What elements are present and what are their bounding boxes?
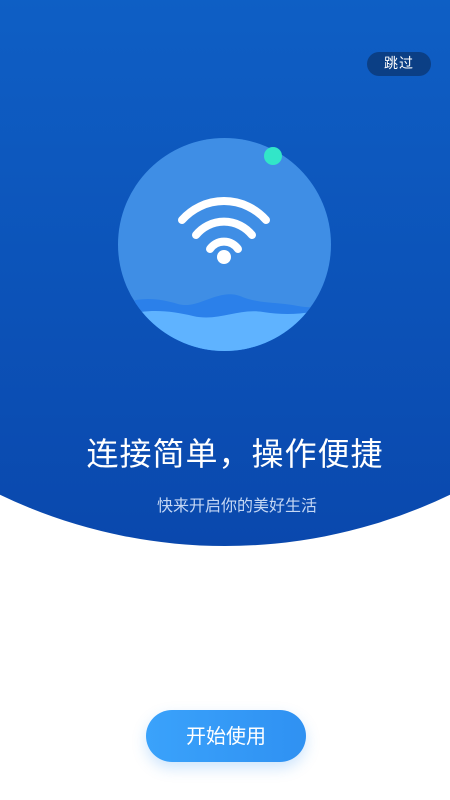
onboarding-screen: 跳过 连接简单，操作便捷 快来开启你的美好生活 开始使用 [0, 0, 450, 800]
start-button[interactable]: 开始使用 [146, 710, 306, 762]
subtitle-text: 快来开启你的美好生活 [156, 496, 317, 515]
skip-button[interactable]: 跳过 [367, 52, 431, 76]
accent-dot [264, 147, 282, 165]
wifi-illustration [118, 138, 331, 351]
headline-text: 连接简单，操作便捷 [86, 435, 384, 473]
wifi-dot [217, 250, 231, 264]
wifi-illustration-graphic [118, 138, 331, 351]
